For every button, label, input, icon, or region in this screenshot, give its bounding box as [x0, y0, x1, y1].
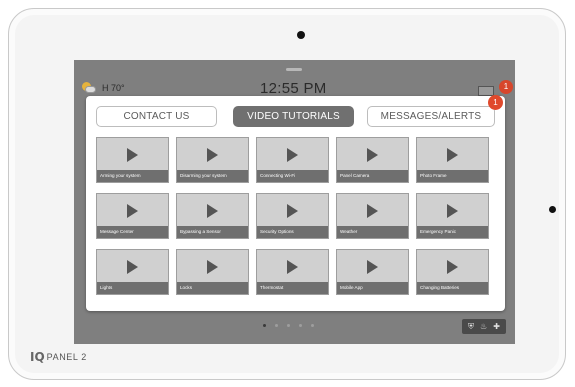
video-title: Thermostat — [257, 282, 328, 294]
video-thumbnail — [417, 250, 488, 284]
video-tile[interactable]: Mobile App — [336, 249, 409, 295]
tab-bar: CONTACT US VIDEO TUTORIALS MESSAGES/ALER… — [96, 95, 503, 128]
play-icon — [367, 204, 378, 218]
video-thumbnail — [177, 138, 248, 172]
video-tile[interactable]: Weather — [336, 193, 409, 239]
page-dot[interactable] — [287, 324, 290, 327]
video-tile[interactable]: Bypassing a Sensor — [176, 193, 249, 239]
weather-label: H 70° — [102, 83, 125, 93]
weather-widget[interactable]: H 70° — [82, 82, 125, 94]
video-tile[interactable]: Locks — [176, 249, 249, 295]
screen: H 70° 12:55 PM 1 CONTACT US VIDEO TUTORI… — [74, 60, 515, 344]
video-title: Locks — [177, 282, 248, 294]
video-tile[interactable]: Arming your system — [96, 137, 169, 183]
video-tile[interactable]: Changing Batteries — [416, 249, 489, 295]
clock-time: 12:55 PM — [260, 80, 327, 97]
play-icon — [287, 260, 298, 274]
page-dot[interactable] — [263, 324, 266, 327]
play-icon — [287, 204, 298, 218]
page-dot[interactable] — [311, 324, 314, 327]
play-icon — [367, 260, 378, 274]
video-thumbnail — [257, 194, 328, 228]
play-icon — [127, 148, 138, 162]
video-grid: Arming your system Disarming your system C… — [96, 137, 492, 295]
video-title: Changing Batteries — [417, 282, 488, 294]
pull-down-handle[interactable] — [286, 68, 302, 71]
video-tile[interactable]: Thermostat — [256, 249, 329, 295]
camera-lens — [297, 31, 305, 39]
brand-name: PANEL 2 — [46, 352, 87, 362]
video-thumbnail — [337, 194, 408, 228]
play-icon — [207, 204, 218, 218]
brand-logo: IQ PANEL 2 — [30, 350, 87, 364]
video-thumbnail — [417, 138, 488, 172]
play-icon — [447, 260, 458, 274]
video-tile[interactable]: Panel Camera — [336, 137, 409, 183]
video-title: Lights — [97, 282, 168, 294]
video-thumbnail — [257, 250, 328, 284]
video-tile[interactable]: Emergency Panic — [416, 193, 489, 239]
iq-logo-mark: IQ — [30, 350, 45, 364]
video-thumbnail — [177, 250, 248, 284]
video-title: Bypassing a Sensor — [177, 226, 248, 238]
help-panel: CONTACT US VIDEO TUTORIALS MESSAGES/ALER… — [86, 95, 505, 311]
medical-cross-icon[interactable]: ✚ — [493, 322, 500, 331]
video-title: Security Options — [257, 226, 328, 238]
video-title: Arming your system — [97, 170, 168, 182]
play-icon — [447, 204, 458, 218]
play-icon — [127, 260, 138, 274]
play-icon — [287, 148, 298, 162]
video-title: Connecting Wi-Fi — [257, 170, 328, 182]
page-dot[interactable] — [275, 324, 278, 327]
play-icon — [367, 148, 378, 162]
page-indicator — [263, 324, 314, 327]
alerts-badge: 1 — [488, 95, 503, 110]
video-thumbnail — [97, 194, 168, 228]
video-title: Disarming your system — [177, 170, 248, 182]
video-thumbnail — [337, 138, 408, 172]
messages-count-badge: 1 — [499, 80, 513, 94]
video-title: Panel Camera — [337, 170, 408, 182]
partly-cloudy-icon — [82, 82, 96, 94]
video-title: Mobile App — [337, 282, 408, 294]
video-tile[interactable]: Photo Frame — [416, 137, 489, 183]
video-thumbnail — [97, 138, 168, 172]
video-title: Message Center — [97, 226, 168, 238]
video-title: Emergency Panic — [417, 226, 488, 238]
play-icon — [447, 148, 458, 162]
play-icon — [127, 204, 138, 218]
tab-video-tutorials[interactable]: VIDEO TUTORIALS — [233, 106, 354, 127]
video-thumbnail — [177, 194, 248, 228]
video-thumbnail — [337, 250, 408, 284]
video-tile[interactable]: Security Options — [256, 193, 329, 239]
video-title: Weather — [337, 226, 408, 238]
video-tile[interactable]: Connecting Wi-Fi — [256, 137, 329, 183]
video-tile[interactable]: Lights — [96, 249, 169, 295]
tab-messages-alerts[interactable]: MESSAGES/ALERTS — [367, 106, 495, 127]
video-title: Photo Frame — [417, 170, 488, 182]
emergency-quick-actions[interactable]: ⛨ ♨ ✚ — [462, 319, 506, 334]
video-thumbnail — [417, 194, 488, 228]
page-dot[interactable] — [299, 324, 302, 327]
shield-icon[interactable]: ⛨ — [468, 322, 474, 331]
envelope-icon[interactable] — [478, 86, 494, 96]
play-icon — [207, 260, 218, 274]
fire-icon[interactable]: ♨ — [480, 322, 487, 331]
video-tile[interactable]: Disarming your system — [176, 137, 249, 183]
video-thumbnail — [97, 250, 168, 284]
side-sensor — [549, 206, 556, 213]
play-icon — [207, 148, 218, 162]
tab-contact-us[interactable]: CONTACT US — [96, 106, 217, 127]
video-tile[interactable]: Message Center — [96, 193, 169, 239]
video-thumbnail — [257, 138, 328, 172]
